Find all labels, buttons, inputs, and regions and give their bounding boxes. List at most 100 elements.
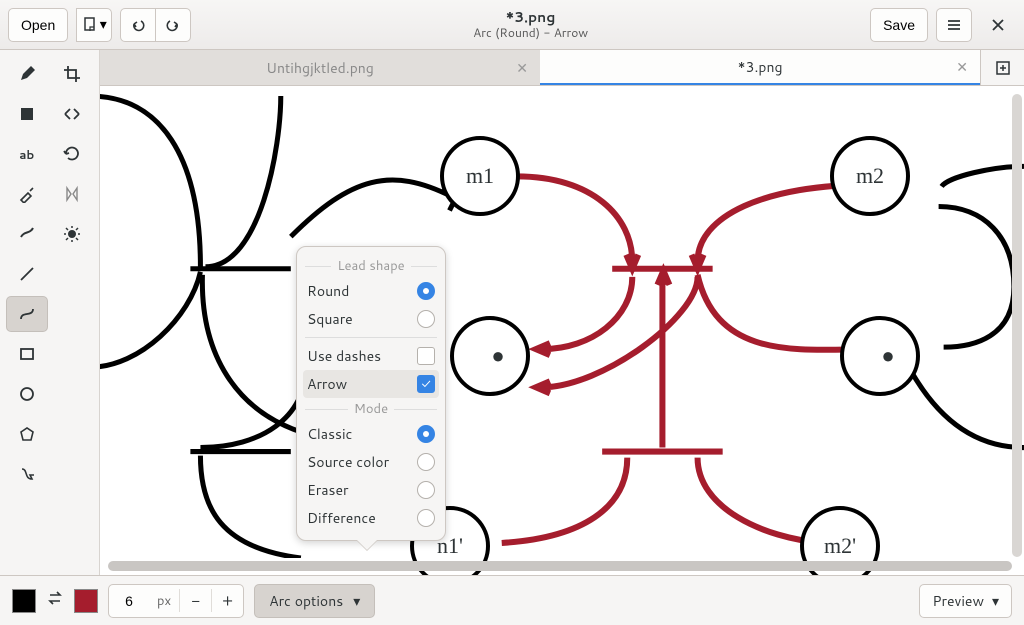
divider: [305, 337, 437, 338]
popover-tail: [357, 540, 377, 550]
radio-icon: [417, 425, 435, 443]
checkbox-icon: ✓: [417, 375, 435, 393]
scale-tool[interactable]: [52, 96, 94, 132]
canvas[interactable]: m1 m2 ● ● n1' m2': [100, 86, 1024, 575]
option-arrow[interactable]: Arrow ✓: [303, 370, 439, 398]
pencil-tool[interactable]: [6, 56, 48, 92]
content: Untihgjktled.png ✕ *3.png ✕: [100, 50, 1024, 575]
decrease-button[interactable]: −: [179, 589, 211, 612]
preview-button[interactable]: Preview ▾: [919, 584, 1012, 618]
option-difference[interactable]: Difference: [305, 504, 437, 532]
radio-icon: [417, 453, 435, 471]
swap-colors-button[interactable]: [46, 589, 64, 612]
text-tool[interactable]: ab: [6, 136, 48, 172]
tab-1[interactable]: *3.png ✕: [540, 50, 980, 85]
new-tab-icon: [995, 60, 1011, 76]
picker-tool[interactable]: [6, 176, 48, 212]
stroke-size-control: px − +: [108, 584, 244, 618]
option-eraser[interactable]: Eraser: [305, 476, 437, 504]
option-label: Difference: [307, 508, 376, 528]
polygon-tool[interactable]: [6, 416, 48, 452]
swap-icon: [46, 589, 64, 607]
radio-icon: [417, 481, 435, 499]
circle-icon: [18, 385, 36, 403]
diagram-node: ●: [450, 316, 530, 396]
tab-label: Untihgjktled.png: [266, 58, 374, 78]
expand-icon: [63, 105, 81, 123]
vertical-scrollbar[interactable]: [1012, 94, 1022, 557]
picker-icon: [18, 185, 36, 203]
tabs: Untihgjktled.png ✕ *3.png ✕: [100, 50, 1024, 86]
open-button[interactable]: Open: [8, 8, 68, 42]
new-tab-button[interactable]: [980, 50, 1024, 85]
rectangle-tool[interactable]: [6, 336, 48, 372]
tab-close-button[interactable]: ✕: [956, 57, 968, 77]
line-icon: [18, 265, 36, 283]
undo-button[interactable]: [120, 8, 156, 42]
tab-0[interactable]: Untihgjktled.png ✕: [100, 50, 540, 85]
preview-label: Preview: [932, 591, 984, 611]
option-source-color[interactable]: Source color: [305, 448, 437, 476]
diagram-node: m2: [830, 136, 910, 216]
close-window-button[interactable]: [980, 8, 1016, 42]
new-button[interactable]: ▾: [76, 8, 112, 42]
circle-tool[interactable]: [6, 376, 48, 412]
main: ab Untihgjktled.png ✕ *3.png ✕: [0, 50, 1024, 575]
option-round[interactable]: Round: [305, 277, 437, 305]
smudge-tool[interactable]: [6, 216, 48, 252]
foreground-color[interactable]: [12, 589, 36, 613]
option-label: Arrow: [307, 374, 347, 394]
bottombar: px − + Arc options ▾ Preview ▾: [0, 575, 1024, 625]
horizontal-scrollbar[interactable]: [108, 561, 1012, 571]
arc-options-button[interactable]: Arc options ▾: [254, 584, 375, 618]
brightness-tool[interactable]: [52, 216, 94, 252]
radio-icon: [417, 282, 435, 300]
rotate-tool[interactable]: [52, 136, 94, 172]
tab-close-button[interactable]: ✕: [516, 58, 528, 78]
node-label: m2: [856, 163, 884, 189]
chevron-down-icon: ▾: [992, 591, 999, 611]
option-label: Round: [307, 281, 349, 301]
redo-icon: [165, 17, 181, 33]
tab-label: *3.png: [737, 57, 782, 77]
option-label: Classic: [307, 424, 352, 444]
option-classic[interactable]: Classic: [305, 420, 437, 448]
checkbox-icon: [417, 347, 435, 365]
stroke-size-input[interactable]: [109, 593, 149, 609]
brightness-icon: [63, 225, 81, 243]
save-button[interactable]: Save: [870, 8, 928, 42]
redo-button[interactable]: [155, 8, 191, 42]
flip-tool[interactable]: [52, 176, 94, 212]
curve-icon: [18, 305, 36, 323]
curve-tool[interactable]: [6, 296, 48, 332]
smudge-icon: [18, 225, 36, 243]
option-label: Use dashes: [307, 346, 381, 366]
menu-button[interactable]: [936, 8, 972, 42]
close-icon: [990, 17, 1006, 33]
select-tool[interactable]: [6, 96, 48, 132]
increase-button[interactable]: +: [211, 589, 243, 612]
select-icon: [19, 106, 35, 122]
option-label: Eraser: [307, 480, 349, 500]
radio-icon: [417, 310, 435, 328]
undo-redo-group: [120, 8, 191, 42]
popover-section-title: Mode: [305, 398, 437, 420]
headerbar: Open ▾ *3.png Arc (Round) - Arrow Save: [0, 0, 1024, 50]
node-label: m1: [466, 163, 494, 189]
option-label: Source color: [307, 452, 389, 472]
background-color[interactable]: [74, 589, 98, 613]
crop-icon: [63, 65, 81, 83]
polygon-icon: [18, 425, 36, 443]
undo-icon: [130, 17, 146, 33]
line-tool[interactable]: [6, 256, 48, 292]
arc-options-label: Arc options: [269, 591, 343, 611]
option-dashes[interactable]: Use dashes: [305, 342, 437, 370]
rectangle-icon: [18, 345, 36, 363]
crop-tool[interactable]: [52, 56, 94, 92]
window-titles: *3.png Arc (Round) - Arrow: [199, 9, 862, 40]
option-square[interactable]: Square: [305, 305, 437, 333]
freeform-tool[interactable]: [6, 456, 48, 492]
pencil-icon: [18, 65, 36, 83]
arc-options-popover: Lead shape Round Square Use dashes Arrow…: [296, 246, 446, 541]
new-doc-icon: [82, 17, 98, 33]
